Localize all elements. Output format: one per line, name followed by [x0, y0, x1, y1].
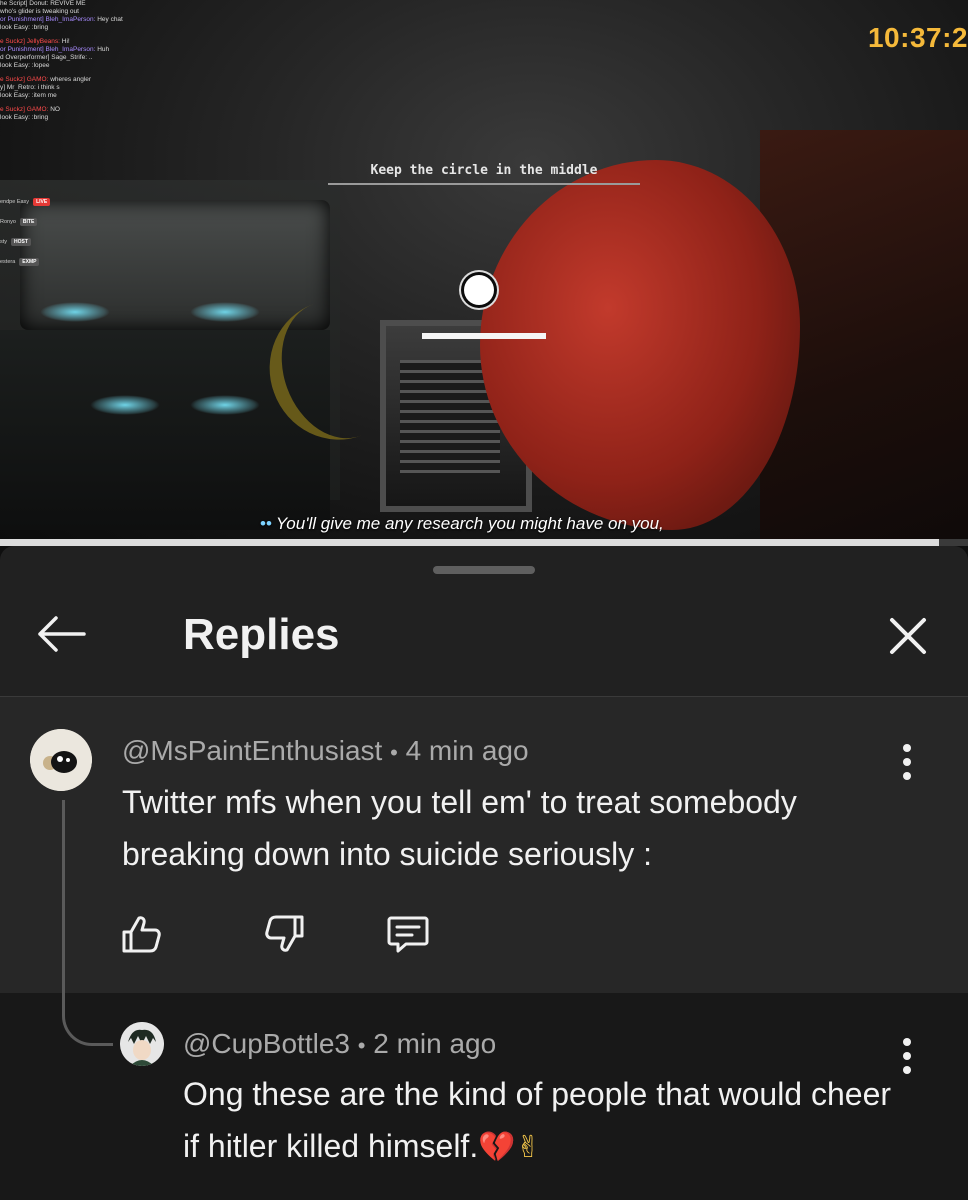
- chat-line: look Easy: :lopee: [0, 62, 200, 70]
- viewer-name: sty: [0, 239, 8, 245]
- stream-viewer-list: endpe Easy LIVE Ronyo BITE sty HOST estera EXMP: [0, 192, 51, 272]
- viewer-name: estera: [0, 259, 16, 265]
- viewer-row: sty HOST: [0, 232, 50, 252]
- chat-line: e Suckz] GAMO: wheres angler: [0, 76, 200, 84]
- chat-message: wheres angler: [50, 76, 92, 83]
- scene-light: [40, 302, 110, 322]
- more-vert-icon: [903, 1038, 911, 1074]
- more-vert-icon: [903, 744, 911, 780]
- chat-line: look Easy: :item me: [0, 92, 200, 100]
- video-progress-fill: [0, 539, 939, 546]
- victory-hand-emoji: ✌: [515, 1130, 541, 1165]
- chat-message: i think s: [37, 84, 60, 91]
- viewer-row: endpe Easy LIVE: [0, 192, 51, 212]
- reply-text: Ong these are the kind of people that wo…: [183, 1068, 903, 1174]
- chat-author: e Suckz] GAMO:: [0, 106, 51, 113]
- avatar[interactable]: [30, 729, 92, 791]
- avatar[interactable]: [120, 1022, 164, 1066]
- scene-light: [90, 395, 160, 415]
- comment-author[interactable]: @MsPaintEnthusiast: [122, 735, 382, 766]
- scene-light: [190, 302, 260, 322]
- chat-message: Easy: :bring: [13, 114, 49, 121]
- chat-message: REVIVE ME: [50, 0, 86, 7]
- comment-author[interactable]: @CupBottle3: [183, 1028, 350, 1059]
- comment-more-button[interactable]: [890, 742, 924, 782]
- dislike-button[interactable]: [262, 912, 306, 956]
- reply-more-button[interactable]: [890, 1036, 924, 1076]
- chat-line: look Easy: :bring: [0, 114, 200, 122]
- reply-button[interactable]: [386, 912, 430, 956]
- panel-title: Replies: [183, 610, 340, 659]
- viewer-row: estera EXMP: [0, 252, 50, 272]
- comment-meta: @MsPaintEnthusiast • 4 min ago: [122, 735, 529, 767]
- chat-author: y] Mr_Retro:: [0, 84, 38, 91]
- chat-message: Hey chat: [97, 16, 123, 23]
- viewer-name: Ronyo: [0, 219, 16, 225]
- stream-chat-log: he Script] Donut: REVIVE ME who's glider…: [0, 0, 200, 122]
- comment-text: Twitter mfs when you tell em' to treat s…: [122, 784, 797, 872]
- close-button[interactable]: [886, 614, 930, 658]
- chat-author: e Suckz] JellyBeans:: [0, 38, 62, 45]
- chat-author: or Punishment] Bleh_ImaPerson:: [0, 46, 98, 53]
- reply-icon: [387, 916, 429, 953]
- meta-separator: •: [390, 740, 398, 765]
- avatar-image: [30, 729, 92, 791]
- close-icon: [890, 618, 926, 654]
- chat-line: d Overperformer] Sage_Strife: ..: [0, 54, 200, 62]
- chat-author: he Script] Donut:: [0, 0, 51, 7]
- chat-line: or Punishment] Bleh_ImaPerson: Huh: [0, 46, 200, 54]
- viewer-tag: LIVE: [33, 198, 51, 206]
- chat-author: look: [0, 24, 14, 31]
- minigame-circle: [464, 275, 494, 305]
- video-progress-bar[interactable]: [0, 539, 968, 546]
- comment-time: 4 min ago: [405, 735, 529, 766]
- chat-author: look: [0, 62, 14, 69]
- chat-line: who's glider is tweaking out: [0, 8, 200, 16]
- viewer-name: endpe Easy: [0, 199, 30, 205]
- scene-light: [190, 395, 260, 415]
- chat-author: look: [0, 114, 14, 121]
- back-arrow-icon: [38, 616, 86, 652]
- chat-line: or Punishment] Bleh_ImaPerson: Hey chat: [0, 16, 200, 24]
- avatar-image: [120, 1022, 164, 1066]
- video-player[interactable]: he Script] Donut: REVIVE ME who's glider…: [0, 0, 968, 540]
- viewer-tag: HOST: [11, 238, 31, 246]
- hud-instruction: Keep the circle in the middle: [370, 163, 598, 178]
- chat-line: look Easy: :bring: [0, 24, 200, 32]
- hud-underline: [328, 183, 640, 185]
- chat-message: Hi!: [61, 38, 70, 45]
- subtitle-text: You'll give me any research you might ha…: [275, 514, 664, 533]
- viewer-tag: BITE: [19, 218, 38, 226]
- back-button[interactable]: [34, 614, 86, 654]
- comment-time: 2 min ago: [373, 1028, 497, 1059]
- chat-message: Huh: [97, 46, 110, 53]
- chat-line: y] Mr_Retro: i think s: [0, 84, 200, 92]
- meta-separator: •: [357, 1033, 366, 1058]
- chat-author: or Punishment] Bleh_ImaPerson:: [0, 16, 98, 23]
- viewer-tag: EXMP: [19, 258, 40, 266]
- minigame-bar: [422, 333, 546, 339]
- chat-line: he Script] Donut: REVIVE ME: [0, 0, 200, 8]
- video-subtitle: •• You'll give me any research you might …: [260, 514, 664, 534]
- viewer-row: Ronyo BITE: [0, 212, 50, 232]
- speaker-dots-icon: ••: [260, 514, 272, 533]
- stream-clock: 10:37:2: [867, 22, 968, 53]
- comment-meta: @CupBottle3 • 2 min ago: [183, 1028, 496, 1060]
- like-button[interactable]: [120, 912, 164, 956]
- chat-author: d Overperformer] Sage_Strife:: [0, 54, 89, 61]
- drag-handle[interactable]: [433, 566, 535, 574]
- chat-line: e Suckz] JellyBeans: Hi!: [0, 38, 200, 46]
- chat-message: Easy: :bring: [13, 24, 49, 31]
- chat-message: ..: [88, 54, 93, 61]
- chat-message: Easy: :lopee: [13, 62, 50, 69]
- thumbs-down-icon: [265, 915, 304, 952]
- chat-message: Easy: :item me: [13, 92, 57, 99]
- chat-line: e Suckz] GAMO: NO: [0, 106, 200, 114]
- chat-message: who's glider is tweaking out: [0, 8, 79, 15]
- thumbs-up-icon: [122, 916, 161, 953]
- chat-author: look: [0, 92, 14, 99]
- chat-author: e Suckz] GAMO:: [0, 76, 51, 83]
- broken-heart-emoji: 💔: [478, 1130, 516, 1165]
- chat-message: NO: [50, 106, 60, 113]
